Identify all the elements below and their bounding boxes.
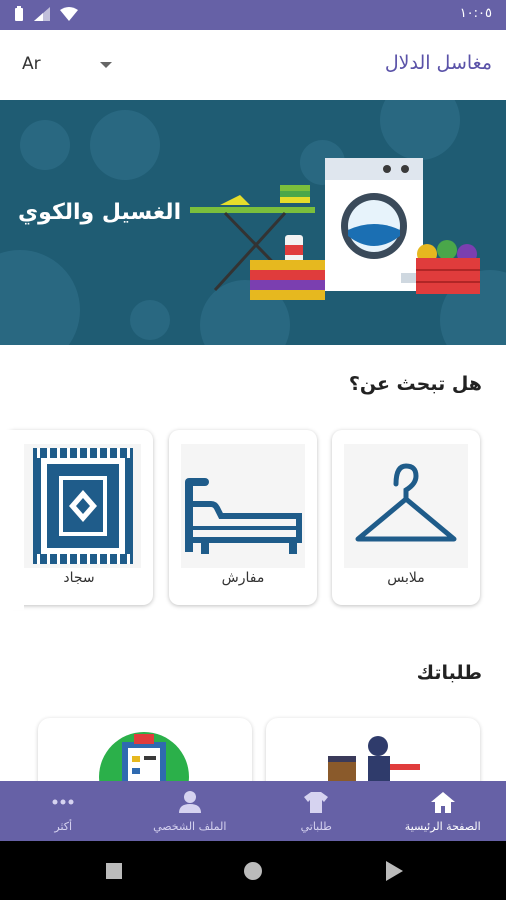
banner-bubble (380, 100, 460, 160)
category-image (17, 444, 141, 568)
bottom-navigation: الصفحة الرئيسية طلباتي الملف الشخصي أكثر (0, 781, 506, 841)
orders-section-title: طلباتك (416, 662, 482, 684)
status-icons (14, 6, 78, 22)
laundry-basket-illustration (416, 240, 480, 294)
app-screen: ١٠:٠٥ Ar مغاسل الدلال الغسيل والكوي هل ت… (0, 0, 506, 900)
status-bar: ١٠:٠٥ (0, 0, 506, 30)
app-bar: Ar مغاسل الدلال (0, 30, 506, 100)
hanger-icon (355, 463, 457, 542)
nav-label: أكثر (54, 819, 73, 833)
home-button-icon[interactable] (243, 861, 263, 881)
category-image (344, 444, 468, 568)
category-card-bedding[interactable]: مفارش (169, 430, 317, 605)
back-icon[interactable] (384, 860, 404, 882)
recent-apps-icon[interactable] (104, 861, 124, 881)
banner-bubble (0, 250, 80, 345)
app-title: مغاسل الدلال (384, 52, 492, 74)
bed-icon (185, 478, 302, 554)
shirt-icon (304, 791, 329, 813)
banner-bubble (130, 300, 170, 340)
language-select[interactable]: Ar (22, 54, 41, 74)
person-icon (178, 790, 201, 813)
chevron-down-icon[interactable] (100, 62, 112, 68)
search-section-title: هل تبحث عن؟ (348, 373, 482, 395)
category-label: ملابس (387, 570, 425, 586)
status-time: ١٠:٠٥ (459, 6, 492, 21)
category-label: مفارش (221, 570, 265, 586)
category-image (181, 444, 305, 568)
home-icon (430, 791, 455, 813)
rug-icon (33, 448, 133, 564)
wifi-icon (60, 7, 78, 21)
category-list: ملابس مفارش سجاد (0, 430, 506, 610)
nav-label: الملف الشخصي (153, 819, 227, 833)
battery-icon (15, 6, 23, 21)
promo-banner[interactable]: الغسيل والكوي (0, 100, 506, 345)
category-label: سجاد (63, 570, 95, 586)
banner-title: الغسيل والكوي (18, 200, 182, 225)
category-card-clothes[interactable]: ملابس (332, 430, 480, 605)
more-icon (52, 799, 74, 804)
system-navigation-bar (0, 841, 506, 900)
signal-icon (34, 7, 50, 21)
delivery-worker-illustration (328, 736, 420, 784)
scroll-clip-mask (0, 430, 24, 610)
nav-home[interactable]: الصفحة الرئيسية (380, 781, 506, 841)
nav-label: طلباتي (300, 819, 332, 833)
banner-bubble (90, 110, 160, 180)
orders-list (0, 718, 506, 818)
banner-bubble (20, 120, 70, 170)
nav-more[interactable]: أكثر (0, 781, 127, 841)
nav-profile[interactable]: الملف الشخصي (127, 781, 254, 841)
category-card-rugs[interactable]: سجاد (5, 430, 153, 605)
clothes-stack-illustration (250, 260, 325, 300)
washing-machine-illustration (325, 158, 423, 291)
nav-my-orders[interactable]: طلباتي (253, 781, 380, 841)
nav-label: الصفحة الرئيسية (404, 819, 481, 833)
